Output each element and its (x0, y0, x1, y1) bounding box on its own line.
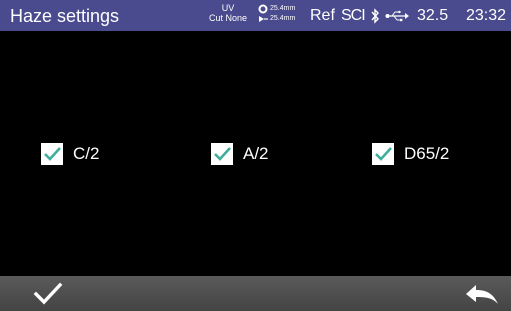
checkmark-icon (214, 147, 231, 161)
aperture-size-label: 25.4mm (270, 5, 296, 12)
status-bar: Haze settings UV Cut None 25.4mm 25.4mm … (0, 0, 511, 31)
uv-cut-label: Cut None (208, 13, 248, 23)
usb-icon (385, 10, 409, 22)
checkmark-icon (375, 147, 392, 161)
aperture-indicator: 25.4mm 25.4mm (258, 4, 295, 24)
beam-size-label: 25.4mm (270, 15, 296, 22)
ref-indicator: Ref (310, 7, 335, 24)
d652-checkbox[interactable] (372, 143, 394, 165)
a2-label: A/2 (243, 144, 269, 163)
confirm-button[interactable] (28, 280, 68, 308)
c2-label: C/2 (73, 144, 100, 163)
clock: 23:32 (466, 7, 507, 24)
d652-label: D65/2 (404, 144, 450, 163)
aperture-circle-icon (258, 4, 268, 14)
illuminant-option-a2[interactable]: A/2 (211, 142, 269, 166)
uv-mode-label: UV (221, 3, 235, 13)
bluetooth-icon (371, 8, 379, 24)
measurement-mode-indicator: UV Cut None (204, 3, 252, 23)
checkmark-icon (44, 147, 61, 161)
illuminant-option-d652[interactable]: D65/2 (372, 142, 449, 166)
a2-checkbox[interactable] (211, 143, 233, 165)
illuminant-option-c2[interactable]: C/2 (41, 142, 99, 166)
sci-indicator: SCI (341, 7, 366, 24)
c2-checkbox[interactable] (41, 143, 63, 165)
page-title: Haze settings (10, 6, 120, 26)
back-arrow-icon[interactable] (462, 282, 502, 308)
beam-icon (259, 16, 268, 22)
bottom-toolbar (0, 276, 511, 311)
haze-settings-screen: Haze settings UV Cut None 25.4mm 25.4mm … (0, 0, 511, 311)
battery-level: 32.5 (417, 7, 449, 24)
